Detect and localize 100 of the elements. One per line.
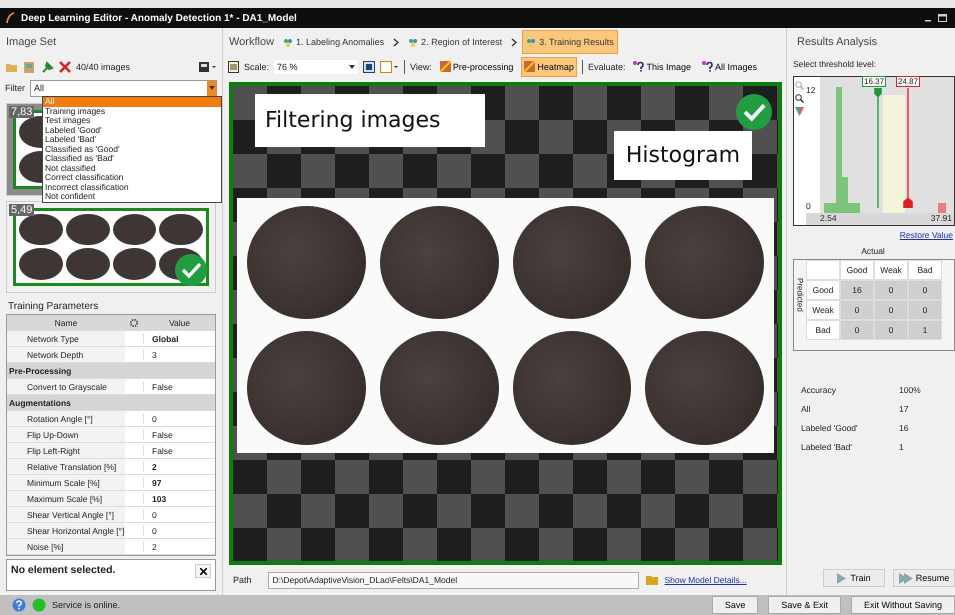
stat-value: 16 <box>899 423 908 433</box>
settings-icon[interactable] <box>129 318 139 328</box>
parameter-value[interactable]: False <box>143 430 215 440</box>
parameter-name: Network Depth <box>7 347 125 362</box>
workflow-step[interactable]: 1. Labeling Anomalies <box>279 30 388 54</box>
dropdown-option[interactable]: Labeled 'Good' <box>43 126 221 135</box>
footer-button[interactable]: Save <box>712 596 758 614</box>
image-count: 40/40 images <box>76 62 130 72</box>
filter-dropdown[interactable]: All <box>30 80 217 96</box>
score-label: 7,83 <box>9 106 34 118</box>
filter-label: Filter <box>5 83 25 93</box>
parameter-value[interactable]: 2 <box>143 542 215 552</box>
column-header: Value <box>143 318 215 328</box>
dropdown-option[interactable]: Training images <box>43 106 221 116</box>
column-header: Bad <box>908 260 942 280</box>
footer-button[interactable]: Save & Exit <box>768 596 841 614</box>
table-cell: 0 <box>908 300 942 320</box>
help-icon[interactable] <box>12 598 26 612</box>
evaluate-button[interactable]: All Images <box>699 56 760 77</box>
window-title: Deep Learning Editor - Anomaly Detection 1* - DA1_Model <box>21 12 297 24</box>
callout-label: Filtering images <box>255 94 485 147</box>
parameter-name: Flip Up-Down <box>7 427 125 442</box>
frame-icon[interactable] <box>380 60 400 73</box>
restore-value-link[interactable]: Restore Value <box>900 230 953 240</box>
stat-value: 100% <box>899 385 921 395</box>
parameter-value[interactable]: 0 <box>143 414 215 424</box>
dropdown-option[interactable]: Labeled 'Bad' <box>43 135 221 144</box>
view-toggle[interactable]: Pre-processing <box>436 56 516 77</box>
path-field[interactable]: D:\Depot\AdaptiveVision_DLao\Felts\DA1_Model <box>268 572 639 589</box>
parameter-name: Shear Horizontal Angle [°] <box>7 523 125 538</box>
thumbnail-card[interactable]: 5,49 <box>6 200 216 293</box>
zoom-in-icon[interactable] <box>795 81 804 90</box>
zoom-out-icon[interactable] <box>795 94 804 103</box>
parameter-name: Rotation Angle [°] <box>7 411 125 426</box>
parameter-value[interactable]: False <box>143 382 215 392</box>
parameter-name: Shear Vertical Angle [°] <box>7 507 125 522</box>
dropdown-option[interactable]: Correct classification <box>43 173 221 182</box>
table-cell: 0 <box>874 320 908 340</box>
row-header: Weak <box>806 300 840 320</box>
parameter-name: Relative Translation [%] <box>7 459 125 474</box>
parameter-value[interactable]: False <box>143 446 215 456</box>
column-header: Name <box>54 318 78 328</box>
dropdown-option[interactable]: Not confident <box>43 192 221 202</box>
document-icon[interactable] <box>228 60 239 73</box>
parameter-value[interactable]: Global <box>143 334 215 344</box>
workflow-step[interactable]: 2. Region of Interest <box>404 30 506 54</box>
axis-label: 0 <box>806 201 812 211</box>
good-threshold-marker[interactable] <box>873 88 883 208</box>
question-mark-icon <box>633 61 644 72</box>
table-cell: 0 <box>840 320 874 340</box>
workflow-step[interactable]: 3. Training Results <box>522 30 618 54</box>
path-label: Path <box>233 575 252 586</box>
dropdown-option[interactable]: Classified as 'Bad' <box>43 154 221 164</box>
check-icon <box>736 94 772 130</box>
parameter-name: Flip Left-Right <box>7 443 125 458</box>
info-text: No element selected. <box>11 564 116 576</box>
app-logo-icon <box>5 12 15 24</box>
scale-label: Scale: <box>244 62 270 72</box>
view-mode-icon[interactable] <box>199 62 217 72</box>
axis-label: 37.91 <box>930 213 952 225</box>
parameter-value[interactable]: 0 <box>143 510 215 520</box>
stat-value: 17 <box>899 404 908 414</box>
parameter-name: Convert to Grayscale <box>7 379 125 394</box>
view-toggle[interactable]: Heatmap <box>521 56 577 77</box>
status-text: Service is online. <box>52 600 120 610</box>
show-details-link[interactable]: Show Model Details... <box>664 575 747 586</box>
bad-threshold-marker[interactable] <box>902 88 914 208</box>
good-threshold-value: 16.37 <box>862 76 886 87</box>
parameter-value[interactable]: 97 <box>143 478 215 488</box>
chevron-icon <box>511 38 518 46</box>
dropdown-option[interactable]: Not classified <box>43 164 221 173</box>
pin-icon[interactable] <box>41 60 54 74</box>
parameter-value[interactable]: 103 <box>143 494 215 504</box>
dropdown-option[interactable]: Incorrect classification <box>43 182 221 192</box>
dropdown-option[interactable]: Classified as 'Good' <box>43 144 221 154</box>
delete-icon[interactable] <box>59 61 71 73</box>
callout-label: Histogram <box>614 130 752 180</box>
close-button[interactable] <box>195 564 211 578</box>
play-icon <box>837 572 848 584</box>
image-add-icon[interactable] <box>23 60 36 74</box>
action-button[interactable]: Train <box>823 569 885 587</box>
parameter-value[interactable]: 0 <box>143 526 215 536</box>
parameter-name: Maximum Scale [%] <box>7 491 125 506</box>
maximize-icon[interactable] <box>938 14 947 22</box>
parameter-value[interactable]: 2 <box>143 462 215 472</box>
parameter-name: Noise [%] <box>7 539 125 554</box>
parameter-value[interactable]: 3 <box>143 350 215 360</box>
action-button[interactable]: Resume <box>893 569 955 587</box>
threshold-icon[interactable] <box>795 107 804 116</box>
dropdown-option[interactable]: Test images <box>43 116 221 126</box>
fit-view-icon[interactable] <box>363 60 376 73</box>
stat-label: All <box>801 404 812 414</box>
axis-title: Actual <box>861 246 885 256</box>
group-header: Pre-Processing <box>9 366 72 376</box>
table-cell: 0 <box>908 280 942 300</box>
scale-dropdown[interactable]: 76 % <box>274 60 358 74</box>
footer-button[interactable]: Exit Without Saving <box>850 596 955 614</box>
step-icon <box>408 38 418 46</box>
evaluate-button[interactable]: This Image <box>630 56 694 77</box>
stat-value: 1 <box>899 442 904 452</box>
